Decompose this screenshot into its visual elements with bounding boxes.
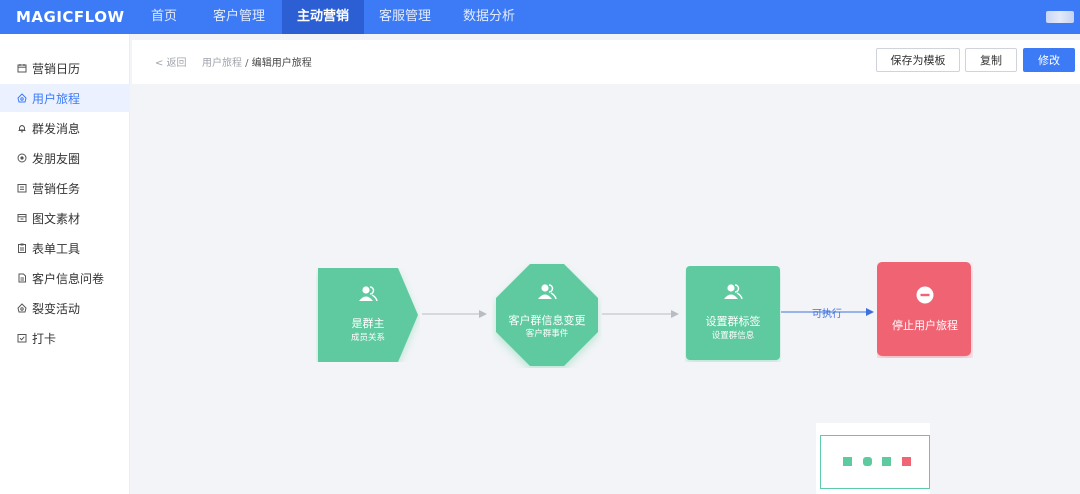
sidebar-item-label: 群发消息 xyxy=(32,121,81,136)
sidebar-item-form-tool[interactable]: 表单工具 xyxy=(0,234,130,262)
flow-node-set-group-tag[interactable]: 设置群标签 设置群信息 xyxy=(685,266,781,362)
edit-button[interactable]: 修改 xyxy=(1023,48,1075,72)
sidebar-item-group-message[interactable]: 群发消息 xyxy=(0,114,130,142)
journey-icon xyxy=(17,93,27,103)
breadcrumb-separator: / xyxy=(242,58,252,69)
survey-icon xyxy=(17,273,27,283)
checkin-icon xyxy=(17,333,27,343)
node-subtitle: 客户群事件 xyxy=(525,329,569,339)
moments-icon xyxy=(17,153,27,163)
sidebar-item-material[interactable]: 图文素材 xyxy=(0,204,130,232)
app-logo[interactable]: MAGICFLOW xyxy=(16,6,125,28)
bell-icon xyxy=(17,123,27,133)
users-icon xyxy=(724,284,743,300)
calendar-icon xyxy=(17,63,27,73)
sidebar-item-label: 客户信息问卷 xyxy=(32,271,105,286)
nav-item-home[interactable]: 首页 xyxy=(135,0,193,34)
fission-icon xyxy=(17,303,27,313)
users-icon xyxy=(359,286,378,302)
sidebar-item-label: 营销任务 xyxy=(32,181,81,196)
nav-item-service-management[interactable]: 客服管理 xyxy=(366,0,444,34)
nav-item-customer-management[interactable]: 客户管理 xyxy=(200,0,278,34)
sidebar-item-fission-activity[interactable]: 裂变活动 xyxy=(0,294,130,322)
save-as-template-button[interactable]: 保存为模板 xyxy=(876,48,960,72)
minimap-node xyxy=(863,457,872,466)
flow-minimap[interactable] xyxy=(816,423,930,494)
users-icon xyxy=(538,284,557,300)
sidebar-item-user-journey[interactable]: 用户旅程 xyxy=(0,84,130,112)
flow-canvas[interactable]: 可执行 是群主 成员关系 客户群信息变更 客户群事件 设置群标签 设置群信息 停… xyxy=(132,84,1080,494)
node-title: 客户群信息变更 xyxy=(508,314,586,327)
sidebar-item-marketing-task[interactable]: 营销任务 xyxy=(0,174,130,202)
nav-item-data-analysis[interactable]: 数据分析 xyxy=(450,0,528,34)
node-title: 是群主 xyxy=(351,317,385,330)
sidebar-item-label: 表单工具 xyxy=(32,241,81,256)
flow-node-stop-journey[interactable]: 停止用户旅程 xyxy=(877,262,973,358)
sidebar-item-label: 打卡 xyxy=(32,331,57,346)
sidebar-item-checkin[interactable]: 打卡 xyxy=(0,324,130,352)
sidebar-item-marketing-calendar[interactable]: 营销日历 xyxy=(0,54,130,82)
sidebar-item-label: 发朋友圈 xyxy=(32,151,81,166)
back-link[interactable]: < 返回 xyxy=(155,54,187,69)
edge-label-executable: 可执行 xyxy=(812,309,842,320)
sidebar-item-label: 用户旅程 xyxy=(32,91,81,106)
node-title: 设置群标签 xyxy=(705,315,761,328)
top-navbar: MAGICFLOW 首页 客户管理 主动营销 客服管理 数据分析 xyxy=(0,0,1080,34)
sidebar-item-moments[interactable]: 发朋友圈 xyxy=(0,144,130,172)
sidebar-item-label: 图文素材 xyxy=(32,211,81,226)
breadcrumb-parent[interactable]: 用户旅程 xyxy=(202,58,242,69)
user-avatar[interactable] xyxy=(1046,11,1074,23)
form-icon xyxy=(17,243,27,253)
minimap-viewport[interactable] xyxy=(820,435,930,489)
breadcrumb-current: 编辑用户旅程 xyxy=(251,58,312,69)
flow-node-is-group-owner[interactable]: 是群主 成员关系 xyxy=(316,268,420,362)
material-icon xyxy=(17,213,27,223)
flow-node-group-info-change[interactable]: 客户群信息变更 客户群事件 xyxy=(492,262,602,368)
node-subtitle: 成员关系 xyxy=(350,333,385,343)
nav-item-active-marketing[interactable]: 主动营销 xyxy=(282,0,364,34)
copy-button[interactable]: 复制 xyxy=(965,48,1017,72)
page-header: < 返回 用户旅程 / 编辑用户旅程 保存为模板 复制 修改 xyxy=(132,40,1080,84)
node-subtitle: 设置群信息 xyxy=(711,331,755,341)
stop-icon xyxy=(916,286,934,304)
sidebar-item-customer-survey[interactable]: 客户信息问卷 xyxy=(0,264,130,292)
breadcrumb: 用户旅程 / 编辑用户旅程 xyxy=(202,54,312,69)
minimap-node xyxy=(843,457,852,466)
task-icon xyxy=(17,183,27,193)
node-title: 停止用户旅程 xyxy=(892,319,958,332)
minimap-node xyxy=(882,457,891,466)
sidebar-item-label: 裂变活动 xyxy=(32,301,81,316)
sidebar-item-label: 营销日历 xyxy=(32,61,81,76)
minimap-node xyxy=(902,457,911,466)
node-shape xyxy=(877,262,971,356)
sidebar: 营销日历 用户旅程 群发消息 发朋友圈 营销任务 图文素材 表单工具 客户信息问… xyxy=(0,34,130,494)
